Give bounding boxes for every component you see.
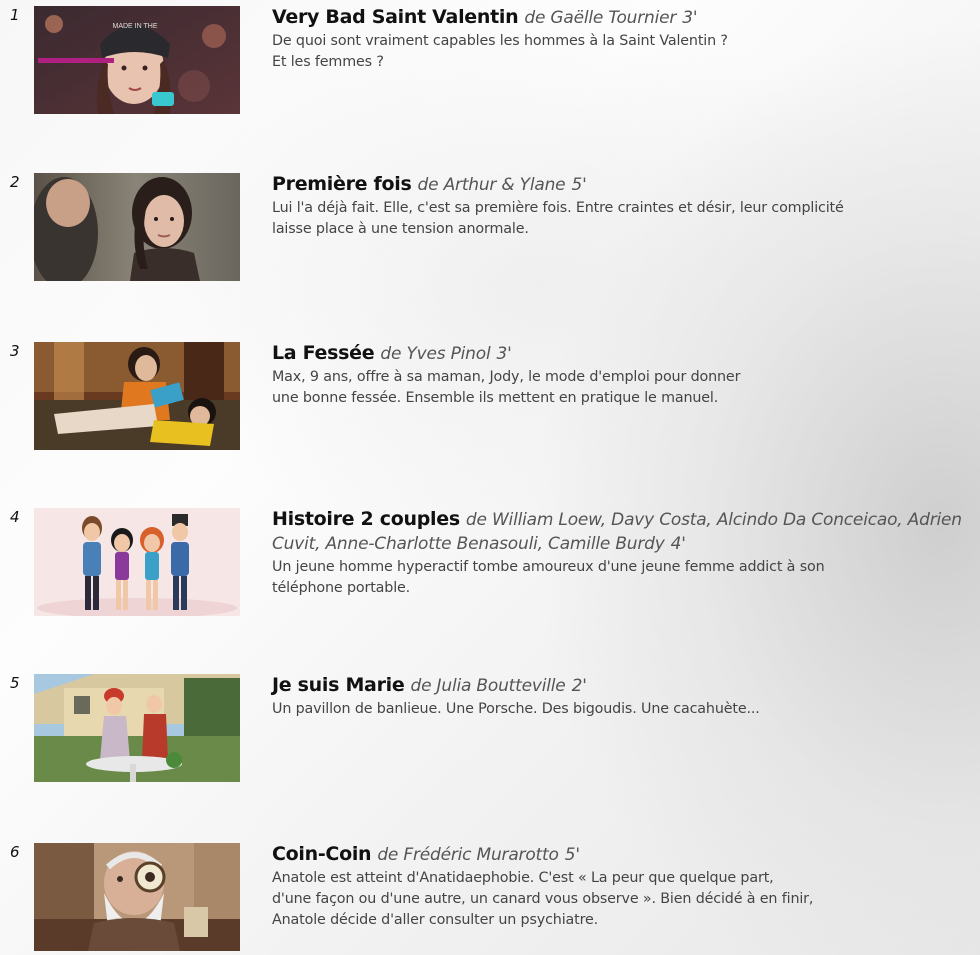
- film-title[interactable]: Histoire 2 couples: [272, 508, 460, 530]
- film-description: Anatole est atteint d'Anatidaephobie. C'…: [272, 868, 978, 931]
- film-description: Un pavillon de banlieue. Une Porsche. De…: [272, 699, 978, 720]
- description-line: De quoi sont vraiment capables les homme…: [272, 33, 728, 49]
- film-duration: 3': [496, 344, 512, 364]
- film-number: 6: [10, 843, 20, 861]
- film-duration: 2': [571, 676, 587, 696]
- film-title-line: Histoire 2 couples de William Loew, Davy…: [272, 508, 978, 556]
- description-line: Anatole décide d'aller consulter un psyc…: [272, 912, 599, 928]
- film-credit: de Frédéric Murarotto: [377, 845, 559, 865]
- description-line: Lui l'a déjà fait. Elle, c'est sa premiè…: [272, 200, 844, 216]
- description-line: Et les femmes ?: [272, 54, 384, 70]
- film-title[interactable]: Première fois: [272, 173, 412, 195]
- film-text: Je suis Marie de Julia Boutteville 2' Un…: [272, 674, 978, 720]
- film-number: 3: [10, 342, 20, 360]
- film-description: Lui l'a déjà fait. Elle, c'est sa premiè…: [272, 198, 978, 240]
- description-line: Anatole est atteint d'Anatidaephobie. C'…: [272, 870, 774, 886]
- animated-four-characters-icon: [34, 508, 240, 616]
- description-line: une bonne fessée. Ensemble ils mettent e…: [272, 390, 719, 406]
- film-duration: 5': [564, 845, 580, 865]
- film-text: La Fessée de Yves Pinol 3' Max, 9 ans, o…: [272, 342, 978, 409]
- film-number: 2: [10, 173, 20, 191]
- film-duration: 4': [670, 534, 686, 554]
- film-description: De quoi sont vraiment capables les homme…: [272, 31, 978, 73]
- film-description: Un jeune homme hyperactif tombe amoureux…: [272, 557, 978, 599]
- description-line: d'une façon ou d'une autre, un canard vo…: [272, 891, 814, 907]
- film-credit: de Gaëlle Tournier: [524, 8, 677, 28]
- svg-text:MADE IN THE: MADE IN THE: [113, 23, 158, 30]
- film-title-line: Première fois de Arthur & Ylane 5': [272, 173, 978, 197]
- description-line: laisse place à une tension anormale.: [272, 221, 529, 237]
- film-thumbnail-5[interactable]: [34, 674, 240, 782]
- film-still-woman-beanie-icon: MADE IN THE: [34, 6, 240, 114]
- film-title-line: Very Bad Saint Valentin de Gaëlle Tourni…: [272, 6, 978, 30]
- film-number: 4: [10, 508, 20, 526]
- film-still-sofa-icon: [34, 342, 240, 450]
- film-text: Première fois de Arthur & Ylane 5' Lui l…: [272, 173, 978, 240]
- film-thumbnail-1[interactable]: MADE IN THE: [34, 6, 240, 114]
- description-line: Un pavillon de banlieue. Une Porsche. De…: [272, 701, 760, 717]
- film-title[interactable]: La Fessée: [272, 342, 375, 364]
- film-still-garden-icon: [34, 674, 240, 782]
- description-line: téléphone portable.: [272, 580, 411, 596]
- film-number: 1: [10, 6, 20, 24]
- description-line: Max, 9 ans, offre à sa maman, Jody, le m…: [272, 369, 741, 385]
- film-thumbnail-6[interactable]: [34, 843, 240, 951]
- film-title[interactable]: Very Bad Saint Valentin: [272, 6, 519, 28]
- film-number: 5: [10, 674, 20, 692]
- film-credit: de Yves Pinol: [380, 344, 491, 364]
- film-text: Very Bad Saint Valentin de Gaëlle Tourni…: [272, 6, 978, 73]
- film-title-line: Coin-Coin de Frédéric Murarotto 5': [272, 843, 978, 867]
- film-thumbnail-2[interactable]: [34, 173, 240, 281]
- film-still-couple-icon: [34, 173, 240, 281]
- film-title[interactable]: Je suis Marie: [272, 674, 405, 696]
- film-duration: 3': [682, 8, 698, 28]
- film-title[interactable]: Coin-Coin: [272, 843, 372, 865]
- description-line: Un jeune homme hyperactif tombe amoureux…: [272, 559, 825, 575]
- film-title-line: Je suis Marie de Julia Boutteville 2': [272, 674, 978, 698]
- film-credit: de Julia Boutteville: [410, 676, 566, 696]
- film-text: Histoire 2 couples de William Loew, Davy…: [272, 508, 978, 599]
- film-thumbnail-3[interactable]: [34, 342, 240, 450]
- film-description: Max, 9 ans, offre à sa maman, Jody, le m…: [272, 367, 978, 409]
- film-duration: 5': [571, 175, 587, 195]
- film-thumbnail-4[interactable]: [34, 508, 240, 616]
- film-still-old-man-magnifier-icon: [34, 843, 240, 951]
- film-text: Coin-Coin de Frédéric Murarotto 5' Anato…: [272, 843, 978, 931]
- film-title-line: La Fessée de Yves Pinol 3': [272, 342, 978, 366]
- film-credit: de Arthur & Ylane: [417, 175, 566, 195]
